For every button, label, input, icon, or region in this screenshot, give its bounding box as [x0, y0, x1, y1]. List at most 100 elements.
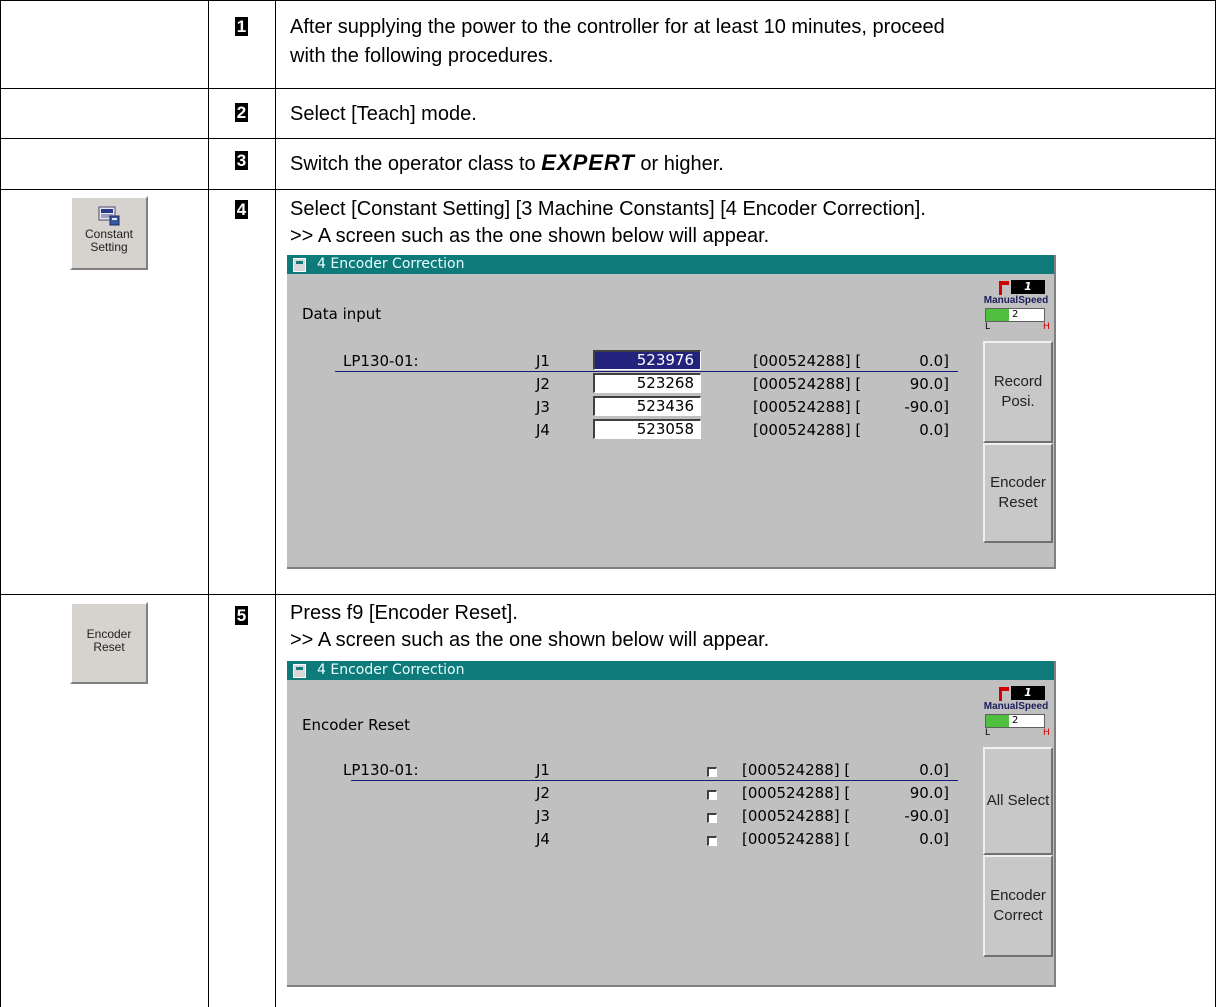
- record-position-label-line1: Record: [993, 373, 1043, 390]
- window-icon: [293, 664, 306, 678]
- encoder-value-input-j3[interactable]: 523436: [593, 396, 701, 416]
- row-divider-2: [0, 138, 1216, 139]
- robot-underline: [335, 371, 958, 372]
- encoder-reset-side-label-line2: Reset: [93, 640, 125, 654]
- axis-label: J2: [536, 375, 550, 393]
- table-divider-col1: [208, 0, 209, 1007]
- record-position-label-line2: Posi.: [1001, 393, 1035, 410]
- reference-value: [000524288] [: [753, 421, 862, 439]
- axis-label: J1: [536, 761, 550, 779]
- encoder-value-input-j1[interactable]: 523976: [593, 350, 701, 370]
- flag-icon: [999, 687, 1009, 701]
- axis-checkbox-j3[interactable]: [707, 813, 717, 823]
- encoder-reset-button[interactable]: Encoder Reset: [70, 602, 148, 684]
- step-number: 1: [235, 17, 248, 36]
- mode-indicator: 1: [1011, 686, 1045, 700]
- record-position-button[interactable]: Record Posi.: [983, 341, 1053, 443]
- row-divider-3: [0, 189, 1216, 190]
- screen-title-bar: 4 Encoder Correction: [287, 661, 1054, 680]
- angle-value: -90.0]: [904, 398, 949, 416]
- reference-value: [000524288] [: [742, 784, 851, 802]
- axis-checkbox-j2[interactable]: [707, 790, 717, 800]
- manual-speed-value: 2: [1012, 309, 1019, 320]
- manual-speed-fill: [986, 309, 1010, 321]
- step-2-text: Select [Teach] mode.: [290, 103, 477, 125]
- speed-high-label: H: [1043, 728, 1050, 738]
- step-1-text-line2: with the following procedures.: [290, 45, 554, 67]
- all-select-button[interactable]: All Select: [983, 747, 1053, 855]
- angle-value: 0.0]: [919, 352, 949, 370]
- screen-title: 4 Encoder Correction: [317, 256, 465, 272]
- screen-heading: Encoder Reset: [302, 716, 410, 734]
- operator-class-emphasis: EXPERT: [541, 150, 635, 175]
- axis-label: J4: [536, 421, 550, 439]
- table-border-top: [0, 0, 1216, 1]
- encoder-correction-screen-data-input: 4 Encoder Correction Data input LP130-01…: [287, 255, 1056, 569]
- encoder-value-input-j4[interactable]: 523058: [593, 419, 701, 439]
- encoder-correction-screen-encoder-reset: 4 Encoder Correction Encoder Reset LP130…: [287, 661, 1056, 987]
- manual-speed-status: 1 ManualSpeed 2 L H: [981, 684, 1051, 744]
- manual-speed-label: ManualSpeed: [983, 701, 1049, 712]
- encoder-reset-function-button[interactable]: Encoder Reset: [983, 443, 1053, 543]
- screen-title-bar: 4 Encoder Correction: [287, 255, 1054, 274]
- axis-label: J3: [536, 398, 550, 416]
- step-3-text-pre: Switch the operator class to: [290, 153, 542, 175]
- axis-label: J4: [536, 830, 550, 848]
- robot-underline: [351, 780, 958, 781]
- reference-value: [000524288] [: [742, 761, 851, 779]
- axis-checkbox-j4[interactable]: [707, 836, 717, 846]
- step-number: 3: [235, 151, 248, 170]
- step-number: 2: [235, 103, 248, 122]
- robot-name: LP130-01:: [343, 761, 419, 779]
- constant-setting-label-line2: Setting: [90, 240, 128, 254]
- angle-value: 90.0]: [909, 375, 949, 393]
- step-3-text-post: or higher.: [634, 153, 724, 175]
- step-4-text-line2: >> A screen such as the one shown below …: [290, 225, 770, 247]
- encoder-correct-label-line2: Correct: [993, 907, 1043, 924]
- angle-value: 0.0]: [919, 761, 949, 779]
- step-4-text-line1: Select [Constant Setting] [3 Machine Con…: [290, 198, 926, 220]
- encoder-reset-label-line1: Encoder: [990, 474, 1046, 491]
- encoder-value-input-j2[interactable]: 523268: [593, 373, 701, 393]
- speed-low-label: L: [985, 322, 991, 332]
- angle-value: 90.0]: [909, 784, 949, 802]
- screen-heading: Data input: [302, 305, 382, 323]
- step-3-text: Switch the operator class to EXPERT or h…: [290, 151, 724, 176]
- table-border-right: [1215, 0, 1216, 1007]
- speed-high-label: H: [1043, 322, 1050, 332]
- table-divider-col2: [275, 0, 276, 1007]
- manual-speed-bar: 2: [985, 308, 1045, 322]
- angle-value: 0.0]: [919, 421, 949, 439]
- constant-setting-button[interactable]: Constant Setting: [70, 196, 148, 270]
- constant-setting-icon: [98, 206, 120, 226]
- axis-label: J2: [536, 784, 550, 802]
- manual-speed-value: 2: [1012, 715, 1019, 726]
- encoder-correct-label-line1: Encoder: [990, 887, 1046, 904]
- row-divider-4: [0, 594, 1216, 595]
- mode-indicator: 1: [1011, 280, 1045, 294]
- axis-checkbox-j1[interactable]: [707, 767, 717, 777]
- window-icon: [293, 258, 306, 272]
- axis-label: J1: [536, 352, 550, 370]
- angle-value: 0.0]: [919, 830, 949, 848]
- encoder-reset-label-line2: Reset: [998, 494, 1038, 511]
- reference-value: [000524288] [: [753, 375, 862, 393]
- axis-label: J3: [536, 807, 550, 825]
- reference-value: [000524288] [: [753, 398, 862, 416]
- robot-name: LP130-01:: [343, 352, 419, 370]
- screen-title: 4 Encoder Correction: [317, 662, 465, 678]
- table-border-left: [0, 0, 1, 1007]
- step-5-text-line2: >> A screen such as the one shown below …: [290, 629, 770, 651]
- angle-value: -90.0]: [904, 807, 949, 825]
- manual-speed-bar: 2: [985, 714, 1045, 728]
- reference-value: [000524288] [: [742, 830, 851, 848]
- all-select-label: All Select: [986, 792, 1050, 809]
- step-5-text-line1: Press f9 [Encoder Reset].: [290, 602, 518, 624]
- row-divider-1: [0, 88, 1216, 89]
- encoder-correct-button[interactable]: Encoder Correct: [983, 855, 1053, 957]
- flag-icon: [999, 281, 1009, 295]
- manual-speed-fill: [986, 715, 1010, 727]
- manual-speed-label: ManualSpeed: [983, 295, 1049, 306]
- step-number: 5: [235, 606, 248, 625]
- step-1-text-line1: After supplying the power to the control…: [290, 16, 945, 38]
